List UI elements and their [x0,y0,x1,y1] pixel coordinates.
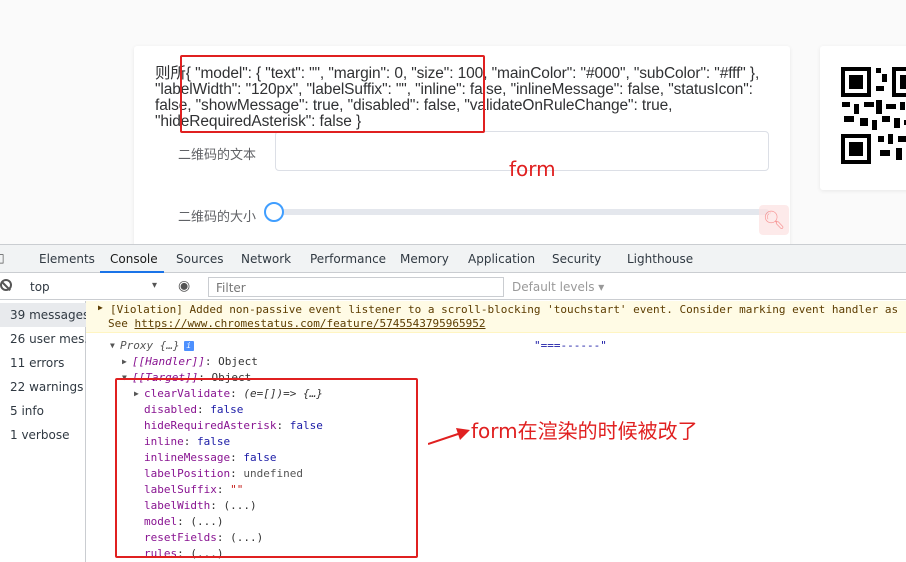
proxy-label[interactable]: Proxy {…} i [120,339,194,352]
sidebar-item-messages[interactable]: 39 messages [0,303,86,327]
slider-thumb[interactable] [264,202,284,222]
console-sidebar: 39 messages 26 user mes... 11 errors 22 … [0,301,86,562]
violation-text: [Violation] Added non-passive event list… [110,303,899,316]
tab-memory[interactable]: Memory [400,252,449,266]
tab-sources[interactable]: Sources [176,252,223,266]
see-label: See [108,317,135,330]
sidebar-item-warnings[interactable]: 22 warnings [0,375,86,399]
tab-lighthouse[interactable]: Lighthouse [627,252,693,266]
dock-icon[interactable]: ▯ [0,251,5,265]
annotation-render-changed: form在渲染的时候被改了 [471,419,698,443]
separator-string: "===------" [534,339,607,352]
filter-input[interactable]: Filter [208,277,504,297]
handler-key: [[Handler]] [132,355,205,368]
annotation-form: form [509,157,556,181]
sidebar-item-user-messages[interactable]: 26 user mes... [0,327,86,351]
devtools-tabbar: ▯ Elements Console Sources Network Perfo… [0,245,906,273]
label-qr-text: 二维码的文本 [178,148,257,163]
chevron-down-icon[interactable]: ▾ [152,280,157,291]
filter-placeholder: Filter [216,281,246,295]
active-tab-indicator [100,271,164,273]
label-qr-size: 二维码的大小 [178,210,257,225]
highlight-box-dump [180,55,485,133]
tab-performance[interactable]: Performance [310,252,386,266]
levels-dropdown[interactable]: Default levels ▾ [512,280,604,294]
proxy-text: Proxy {…} [120,339,180,352]
qr-code-image [840,66,906,166]
clear-console-icon[interactable] [0,279,12,291]
chromestatus-link[interactable]: https://www.chromestatus.com/feature/574… [135,317,486,330]
expand-arrow-icon[interactable]: ▼ [110,341,115,350]
tab-console[interactable]: Console [110,252,158,266]
search-icon[interactable]: 🔍︎ [759,205,789,235]
sidebar-item-errors[interactable]: 11 errors [0,351,86,375]
eye-icon[interactable]: ◉ [178,278,190,294]
sidebar-item-info[interactable]: 5 info [0,399,86,423]
highlight-box-target [115,378,418,558]
tab-elements[interactable]: Elements [39,252,95,266]
arrow-annotation [428,428,470,445]
violation-message: ▶ [Violation] Added non-passive event li… [86,301,906,333]
console-toolbar: top ▾ ◉ Filter Default levels ▾ [0,274,906,300]
info-icon: i [183,341,194,351]
expand-arrow-icon[interactable]: ▶ [122,357,127,366]
context-select[interactable]: top [30,280,50,294]
tab-application[interactable]: Application [468,252,535,266]
tab-security[interactable]: Security [552,252,601,266]
violation-see-line: See https://www.chromestatus.com/feature… [108,317,486,330]
handler-row[interactable]: [[Handler]]: Object [132,355,258,368]
tab-network[interactable]: Network [241,252,291,266]
qr-size-slider[interactable] [275,209,769,215]
expand-arrow-icon[interactable]: ▶ [98,303,103,312]
sidebar-item-verbose[interactable]: 1 verbose [0,423,86,447]
handler-val: Object [218,355,258,368]
